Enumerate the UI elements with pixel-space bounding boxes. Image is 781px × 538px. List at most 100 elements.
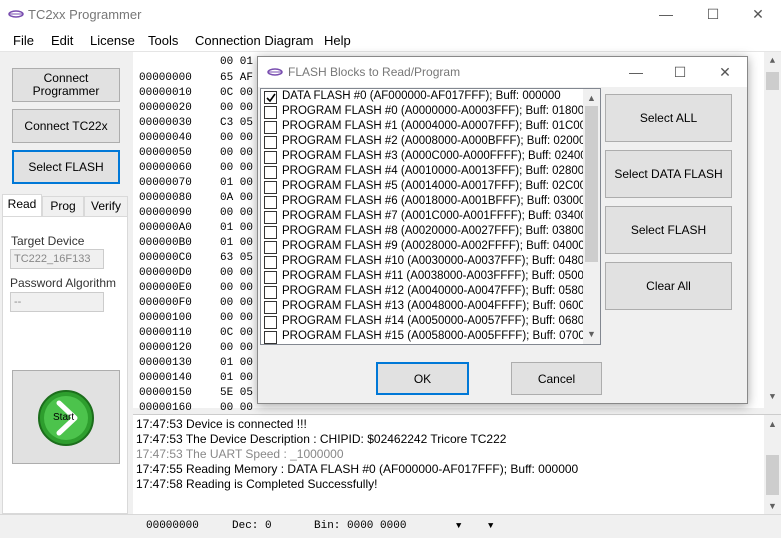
flash-block-item[interactable]: PROGRAM FLASH #11 (A0038000-A003FFFF); B… bbox=[264, 270, 597, 285]
hex-row-address: 000000D0 bbox=[139, 267, 192, 279]
flash-block-item[interactable]: PROGRAM FLASH #0 (A0000000-A0003FFF); Bu… bbox=[264, 105, 591, 120]
select-flash-button[interactable]: Select FLASH bbox=[12, 150, 120, 184]
checkbox[interactable] bbox=[264, 181, 277, 194]
maximize-button[interactable]: ☐ bbox=[690, 0, 736, 29]
hex-row-data: 0C 00 bbox=[220, 327, 254, 339]
log-view[interactable]: 17:47:53 Device is connected !!! 17:47:53… bbox=[133, 414, 781, 514]
checkbox[interactable] bbox=[264, 166, 277, 179]
hex-row-data: 01 00 bbox=[220, 357, 254, 369]
flash-block-list[interactable]: DATA FLASH #0 (AF000000-AF017FFF); Buff:… bbox=[260, 88, 601, 345]
flash-block-item[interactable]: PROGRAM FLASH #1 (A0004000-A0007FFF); Bu… bbox=[264, 120, 592, 135]
log-scroll-down-icon[interactable]: ▼ bbox=[764, 501, 781, 511]
list-scroll-down-icon[interactable]: ▼ bbox=[583, 329, 600, 339]
hex-row-data: 01 00 bbox=[220, 177, 254, 189]
scroll-up-icon[interactable]: ▲ bbox=[764, 56, 781, 66]
scroll-down-icon[interactable]: ▼ bbox=[764, 392, 781, 402]
target-device-field[interactable]: TC222_16F133 bbox=[10, 249, 104, 269]
checkbox[interactable] bbox=[264, 196, 277, 209]
checkbox[interactable] bbox=[264, 331, 277, 344]
checkbox[interactable] bbox=[264, 301, 277, 314]
menu-tools[interactable]: Tools bbox=[148, 33, 178, 48]
flash-block-item[interactable]: PROGRAM FLASH #8 (A0020000-A0027FFF); Bu… bbox=[264, 225, 591, 240]
clear-all-button[interactable]: Clear All bbox=[605, 262, 732, 310]
log-line: 17:47:53 The UART Speed : _1000000 bbox=[136, 447, 344, 461]
checkbox[interactable] bbox=[264, 286, 277, 299]
menu-file[interactable]: File bbox=[13, 33, 34, 48]
hex-row-address: 00000000 bbox=[139, 72, 192, 84]
hex-row-address: 00000010 bbox=[139, 87, 192, 99]
log-scroll-thumb[interactable] bbox=[766, 455, 779, 495]
flash-block-item[interactable]: PROGRAM FLASH #10 (A0030000-A0037FFF); B… bbox=[264, 255, 597, 270]
checkbox[interactable] bbox=[264, 136, 277, 149]
flash-block-item[interactable]: PROGRAM FLASH #6 (A0018000-A001BFFF); Bu… bbox=[264, 195, 592, 210]
checkbox[interactable] bbox=[264, 151, 277, 164]
minimize-button[interactable]: — bbox=[643, 0, 689, 29]
checkbox[interactable] bbox=[264, 106, 277, 119]
ok-button[interactable]: OK bbox=[376, 362, 469, 395]
checkbox[interactable] bbox=[264, 316, 277, 329]
dialog-maximize-button[interactable]: ☐ bbox=[657, 57, 703, 87]
status-bin: Bin: 0000 0000 bbox=[314, 520, 407, 532]
flash-block-item[interactable]: PROGRAM FLASH #14 (A0050000-A0057FFF); B… bbox=[264, 315, 597, 330]
tab-read[interactable]: Read bbox=[2, 194, 42, 217]
select-data-flash-button[interactable]: Select DATA FLASH bbox=[605, 150, 732, 198]
connect-programmer-button[interactable]: Connect Programmer bbox=[12, 68, 120, 102]
menu-edit[interactable]: Edit bbox=[51, 33, 73, 48]
select-all-button[interactable]: Select ALL bbox=[605, 94, 732, 142]
checkbox[interactable] bbox=[264, 256, 277, 269]
password-algorithm-field[interactable]: -- bbox=[10, 292, 104, 312]
flash-block-item[interactable]: PROGRAM FLASH #4 (A0010000-A0013FFF); Bu… bbox=[264, 165, 591, 180]
checkmark-icon bbox=[266, 93, 276, 103]
hex-row-data: 5E 05 bbox=[220, 387, 254, 399]
cancel-button[interactable]: Cancel bbox=[511, 362, 602, 395]
tab-verify[interactable]: Verify bbox=[84, 196, 128, 216]
checkbox[interactable] bbox=[264, 271, 277, 284]
dropdown-1-icon[interactable]: ▼ bbox=[456, 521, 461, 531]
dialog-minimize-button[interactable]: — bbox=[613, 57, 659, 87]
dropdown-2-icon[interactable]: ▼ bbox=[488, 521, 493, 531]
flash-block-label: PROGRAM FLASH #0 (A0000000-A0003FFF); Bu… bbox=[282, 105, 591, 117]
hex-row-address: 00000020 bbox=[139, 102, 192, 114]
checkbox[interactable] bbox=[264, 226, 277, 239]
hex-scroll-thumb[interactable] bbox=[766, 72, 779, 90]
flash-block-label: PROGRAM FLASH #13 (A0048000-A004FFFF); B… bbox=[282, 300, 598, 312]
checkbox-checked[interactable] bbox=[264, 91, 277, 104]
menu-connection-diagram[interactable]: Connection Diagram bbox=[195, 33, 314, 48]
flash-block-item[interactable]: PROGRAM FLASH #2 (A0008000-A000BFFF); Bu… bbox=[264, 135, 592, 150]
flash-block-item[interactable]: PROGRAM FLASH #9 (A0028000-A002FFFF); Bu… bbox=[264, 240, 591, 255]
flash-block-label: PROGRAM FLASH #15 (A0058000-A005FFFF); B… bbox=[282, 330, 598, 342]
flash-block-item[interactable]: PROGRAM FLASH #13 (A0048000-A004FFFF); B… bbox=[264, 300, 598, 315]
hex-row-address: 00000120 bbox=[139, 342, 192, 354]
start-button[interactable]: Start bbox=[12, 370, 120, 464]
checkbox[interactable] bbox=[264, 121, 277, 134]
flash-block-item[interactable]: DATA FLASH #0 (AF000000-AF017FFF); Buff:… bbox=[264, 90, 584, 105]
tab-prog[interactable]: Prog bbox=[42, 196, 84, 216]
flash-block-label: PROGRAM FLASH #7 (A001C000-A001FFFF); Bu… bbox=[282, 210, 594, 222]
checkbox[interactable] bbox=[264, 241, 277, 254]
connect-tc22x-button[interactable]: Connect TC22x bbox=[12, 109, 120, 143]
flash-block-item[interactable]: PROGRAM FLASH #12 (A0040000-A0047FFF); B… bbox=[264, 285, 597, 300]
menu-help[interactable]: Help bbox=[324, 33, 351, 48]
dialog-close-button[interactable]: ✕ bbox=[702, 57, 748, 87]
menu-license[interactable]: License bbox=[90, 33, 135, 48]
log-scrollbar[interactable]: ▲ ▼ bbox=[764, 415, 781, 514]
menu-bar: File Edit License Tools Connection Diagr… bbox=[0, 29, 781, 52]
flash-block-item[interactable]: PROGRAM FLASH #7 (A001C000-A001FFFF); Bu… bbox=[264, 210, 593, 225]
flash-block-item[interactable]: PROGRAM FLASH #5 (A0014000-A0017FFF); Bu… bbox=[264, 180, 592, 195]
hex-row-address: 00000080 bbox=[139, 192, 192, 204]
list-scrollbar[interactable]: ▲ ▼ bbox=[583, 89, 600, 344]
close-button[interactable]: ✕ bbox=[735, 0, 781, 29]
list-scroll-thumb[interactable] bbox=[585, 106, 598, 262]
start-label: Start bbox=[53, 412, 75, 423]
hex-row-address: 00000050 bbox=[139, 147, 192, 159]
hex-scrollbar[interactable]: ▲ ▼ bbox=[764, 52, 781, 408]
dialog-title: FLASH Blocks to Read/Program bbox=[288, 65, 461, 79]
list-scroll-up-icon[interactable]: ▲ bbox=[583, 93, 600, 103]
flash-block-item[interactable]: PROGRAM FLASH #15 (A0058000-A005FFFF); B… bbox=[264, 330, 598, 344]
log-line: 17:47:55 Reading Memory : DATA FLASH #0 … bbox=[136, 462, 579, 476]
select-flash-label: Select FLASH bbox=[28, 159, 104, 174]
dialog-select-flash-button[interactable]: Select FLASH bbox=[605, 206, 732, 254]
checkbox[interactable] bbox=[264, 211, 277, 224]
flash-block-item[interactable]: PROGRAM FLASH #3 (A000C000-A000FFFF); Bu… bbox=[264, 150, 593, 165]
log-scroll-up-icon[interactable]: ▲ bbox=[764, 419, 781, 429]
